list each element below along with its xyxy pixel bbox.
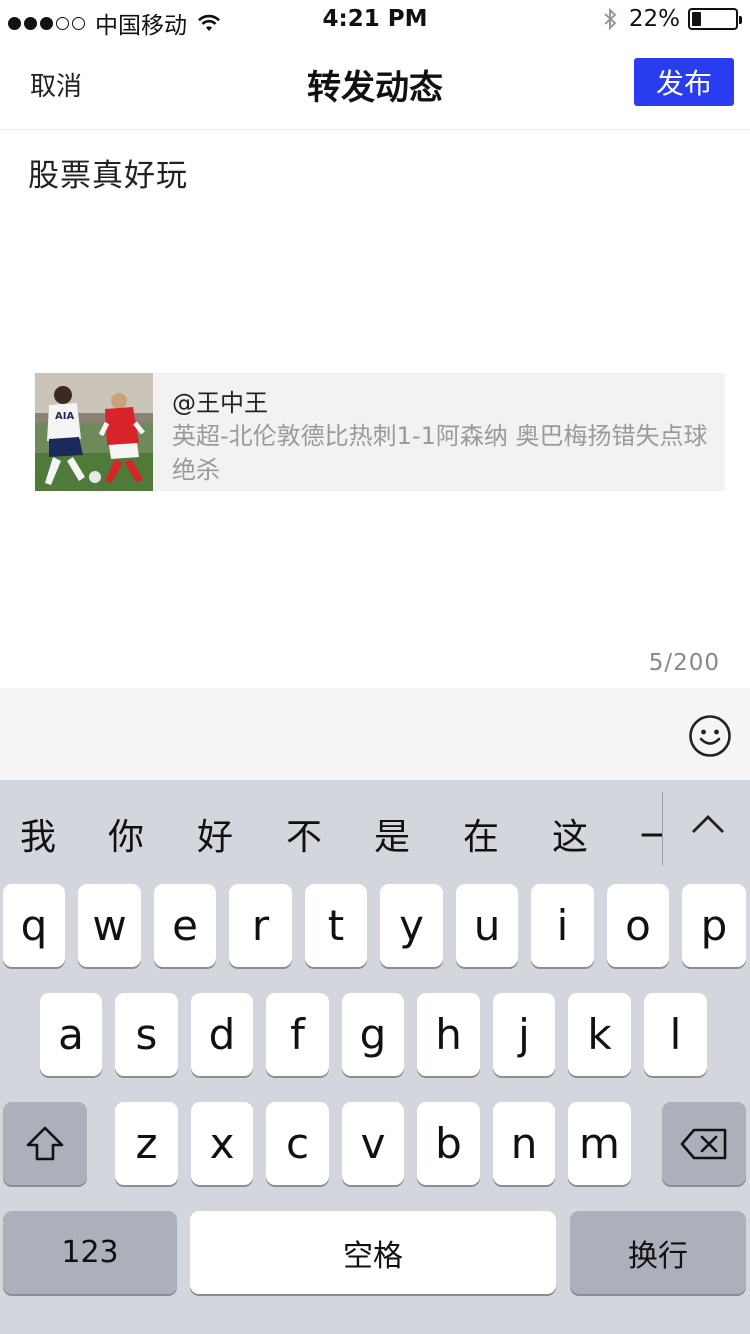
numbers-key[interactable]: 123 <box>3 1211 177 1294</box>
bluetooth-icon <box>604 7 617 31</box>
key-j[interactable]: j <box>493 993 555 1076</box>
key-u[interactable]: u <box>456 884 518 967</box>
key-x[interactable]: x <box>191 1102 253 1185</box>
key-d[interactable]: d <box>191 993 253 1076</box>
key-a[interactable]: a <box>40 993 102 1076</box>
battery-fill <box>692 12 701 26</box>
key-b[interactable]: b <box>417 1102 480 1185</box>
compose-input[interactable]: 股票真好玩 <box>28 150 188 195</box>
candidate-bar: 我 你 好 不 是 在 这 一 <box>0 780 750 876</box>
repost-card[interactable]: AIA @王中王 英超-北伦敦德比热刺1-1阿森纳 奥巴梅扬错失点球绝杀 <box>35 373 725 491</box>
candidate-word[interactable]: 你 <box>108 808 144 860</box>
key-i[interactable]: i <box>531 884 594 967</box>
emoji-toolbar <box>0 688 750 780</box>
key-l[interactable]: l <box>644 993 707 1076</box>
chevron-up-icon[interactable] <box>688 810 728 840</box>
candidate-word[interactable]: 是 <box>374 808 410 860</box>
candidate-word[interactable]: 我 <box>20 808 56 860</box>
key-w[interactable]: w <box>78 884 141 967</box>
nav-bar: 取消 转发动态 发布 <box>0 40 750 130</box>
repost-thumbnail: AIA <box>35 373 153 491</box>
key-k[interactable]: k <box>568 993 631 1076</box>
char-counter: 5/200 <box>648 650 720 676</box>
key-e[interactable]: e <box>154 884 216 967</box>
key-q[interactable]: q <box>3 884 65 967</box>
key-f[interactable]: f <box>266 993 329 1076</box>
key-h[interactable]: h <box>417 993 480 1076</box>
key-o[interactable]: o <box>607 884 669 967</box>
emoji-icon[interactable] <box>688 714 732 758</box>
candidate-word[interactable]: 好 <box>197 808 233 860</box>
candidate-word[interactable]: 不 <box>286 808 322 860</box>
candidate-word[interactable]: 一 <box>640 808 662 860</box>
key-s[interactable]: s <box>115 993 178 1076</box>
status-right: 22% <box>603 6 742 32</box>
repost-summary: 英超-北伦敦德比热刺1-1阿森纳 奥巴梅扬错失点球绝杀 <box>172 422 708 484</box>
candidate-word[interactable]: 在 <box>463 808 499 860</box>
candidate-word[interactable]: 这 <box>552 808 588 860</box>
key-p[interactable]: p <box>682 884 746 967</box>
key-v[interactable]: v <box>342 1102 404 1185</box>
key-z[interactable]: z <box>115 1102 178 1185</box>
key-c[interactable]: c <box>266 1102 329 1185</box>
key-m[interactable]: m <box>568 1102 631 1185</box>
status-bar: 中国移动 4:21 PM 22% <box>0 0 750 40</box>
publish-button[interactable]: 发布 <box>634 58 734 106</box>
candidate-divider <box>662 792 663 866</box>
battery-percent: 22% <box>628 6 680 32</box>
shift-icon <box>26 1126 64 1160</box>
return-key[interactable]: 换行 <box>570 1211 746 1294</box>
battery-icon <box>688 8 742 30</box>
shift-key[interactable] <box>3 1102 87 1185</box>
keyboard: 我 你 好 不 是 在 这 一 q w e r t y u i o p a s … <box>0 780 750 1334</box>
backspace-icon <box>680 1128 727 1159</box>
cancel-button[interactable]: 取消 <box>30 66 82 103</box>
key-t[interactable]: t <box>305 884 367 967</box>
space-key[interactable]: 空格 <box>190 1211 556 1294</box>
key-r[interactable]: r <box>229 884 292 967</box>
key-g[interactable]: g <box>342 993 404 1076</box>
backspace-key[interactable] <box>662 1102 746 1185</box>
key-y[interactable]: y <box>380 884 443 967</box>
key-n[interactable]: n <box>493 1102 555 1185</box>
svg-text:AIA: AIA <box>55 411 74 422</box>
repost-author: @王中王 <box>172 389 268 417</box>
